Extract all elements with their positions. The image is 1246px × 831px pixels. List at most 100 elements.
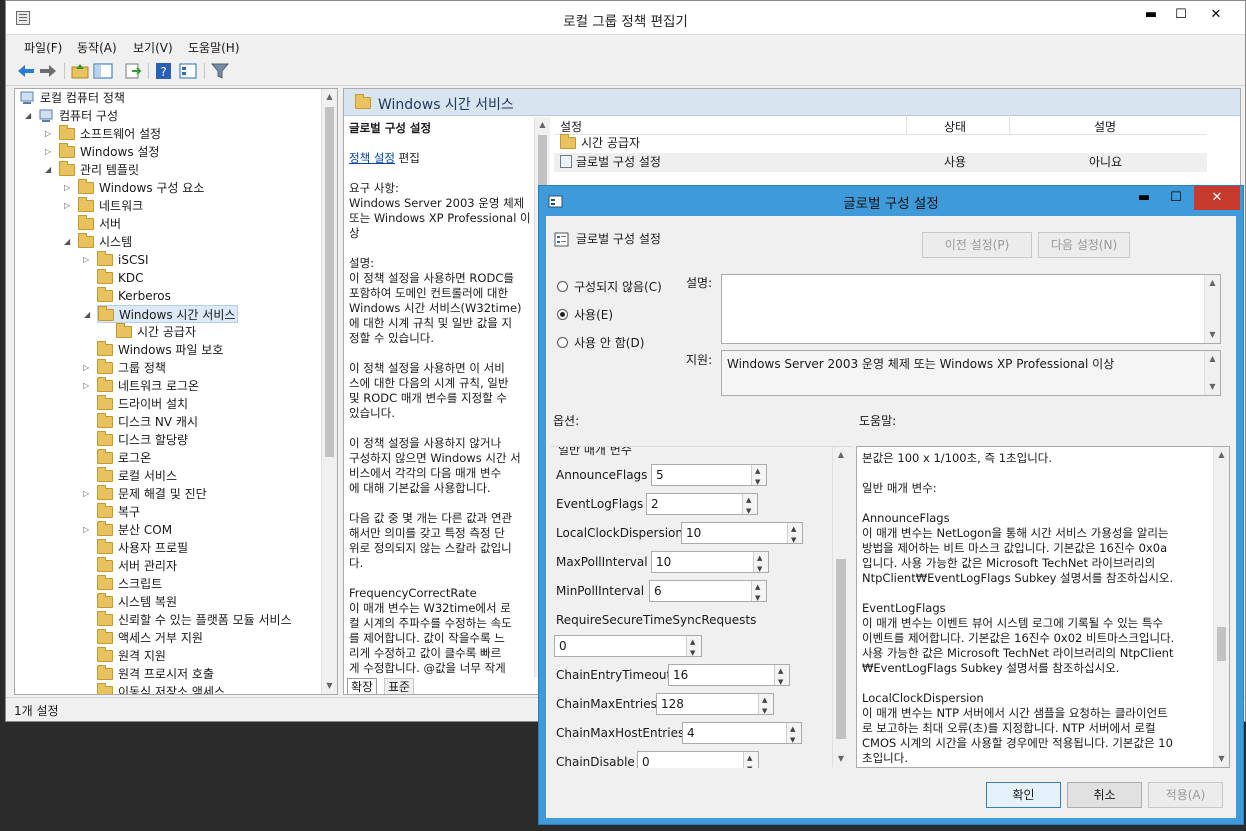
scroll-down-arrow-icon[interactable]: ▼ (833, 751, 849, 767)
chain-max-host-entries-spinbox[interactable]: 4 (682, 719, 802, 750)
max-poll-interval-spinbox[interactable]: 10 (651, 548, 769, 579)
radio-disabled[interactable]: 사용 안 함(D) (557, 334, 644, 351)
spin-arrows-icon[interactable] (686, 632, 701, 663)
announce-flags-spinbox[interactable]: 5 (651, 461, 767, 492)
minimize-button[interactable]: ▬ (1136, 5, 1166, 25)
tree-node-removable-storage[interactable]: 이동식 저장소 액세스 (97, 683, 225, 694)
scroll-down-arrow-icon[interactable]: ▼ (1214, 751, 1229, 767)
scroll-down-arrow-icon[interactable]: ▼ (322, 678, 337, 694)
tree-node-windows-file-protection[interactable]: Windows 파일 보호 (97, 341, 223, 359)
help-icon[interactable]: ? (154, 62, 174, 80)
spin-arrows-icon[interactable] (786, 719, 801, 750)
column-state[interactable]: 상태 (944, 118, 966, 135)
menu-file[interactable]: 파일(F) (24, 39, 62, 56)
expand-arrow-icon[interactable]: ▷ (83, 485, 95, 503)
tree-node-system[interactable]: ◢ 시스템 (64, 233, 132, 251)
close-button[interactable]: ✕ (1201, 5, 1231, 25)
tab-extended[interactable]: 확장 (347, 678, 378, 694)
supported-scrollbar[interactable]: ▲ ▼ (1204, 351, 1220, 395)
tree-node-network[interactable]: ▷ 네트워크 (64, 197, 143, 215)
title-bar[interactable]: 로컬 그룹 정책 편집기 ▬ ☐ ✕ (6, 1, 1245, 35)
collapse-arrow-icon[interactable]: ◢ (84, 306, 96, 324)
tree-node-disk-quota[interactable]: 디스크 할당량 (97, 431, 188, 449)
tree-node-tpm-services[interactable]: 신뢰할 수 있는 플랫폼 모듈 서비스 (97, 611, 292, 629)
local-clock-dispersion-spinbox[interactable]: 10 (681, 519, 803, 550)
expand-arrow-icon[interactable]: ▷ (83, 377, 95, 395)
spin-arrows-icon[interactable] (751, 461, 766, 492)
tree-node-iscsi[interactable]: ▷ iSCSI (83, 251, 149, 269)
column-comment[interactable]: 설명 (1094, 118, 1116, 135)
tree-node-admin-templates[interactable]: ◢ 관리 템플릿 (45, 161, 139, 179)
tree-node-disk-nv-cache[interactable]: 디스크 NV 캐시 (97, 413, 198, 431)
tree-node-computer-config[interactable]: ◢ 컴퓨터 구성 (25, 107, 118, 125)
radio-enabled[interactable]: 사용(E) (557, 306, 613, 323)
spin-arrows-icon[interactable] (743, 748, 758, 768)
tab-standard[interactable]: 표준 (384, 678, 415, 694)
export-list-icon[interactable] (123, 62, 143, 80)
tree-node-system-restore[interactable]: 시스템 복원 (97, 593, 177, 611)
tree-node-access-denied-assistance[interactable]: 액세스 거부 지원 (97, 629, 203, 647)
tree-node-user-profiles[interactable]: 사용자 프로필 (97, 539, 188, 557)
tree-node-windows-components[interactable]: ▷ Windows 구성 요소 (64, 179, 204, 197)
min-poll-interval-spinbox[interactable]: 6 (649, 577, 767, 608)
column-setting[interactable]: 설정 (560, 118, 582, 135)
forward-icon[interactable] (38, 62, 58, 80)
spin-arrows-icon[interactable] (787, 519, 802, 550)
back-icon[interactable] (16, 62, 36, 80)
cancel-button[interactable]: 취소 (1067, 782, 1142, 808)
scroll-up-arrow-icon[interactable]: ▲ (1205, 275, 1220, 291)
show-hide-tree-icon[interactable] (93, 62, 113, 80)
scroll-thumb[interactable] (325, 107, 334, 457)
tree-node-driver-install[interactable]: 드라이버 설치 (97, 395, 188, 413)
spin-arrows-icon[interactable] (742, 490, 757, 521)
tree-node-rpc[interactable]: 원격 프로시저 호출 (97, 665, 214, 683)
tree-node-server-manager[interactable]: 서버 관리자 (97, 557, 177, 575)
options-scrollbar[interactable]: ▲ ▼ (832, 447, 849, 767)
scroll-up-arrow-icon[interactable]: ▲ (1205, 351, 1220, 367)
scroll-thumb[interactable] (1217, 627, 1226, 661)
expand-arrow-icon[interactable]: ▷ (45, 143, 57, 161)
collapse-arrow-icon[interactable]: ◢ (25, 107, 37, 125)
chain-disable-spinbox[interactable]: 0 (637, 748, 759, 768)
menu-help[interactable]: 도움말(H) (188, 39, 240, 56)
edit-policy-link[interactable]: 정책 설정 (349, 151, 395, 165)
next-setting-button[interactable]: 다음 설정(N) (1038, 232, 1130, 258)
spin-arrows-icon[interactable] (751, 577, 766, 608)
tree-node-server[interactable]: 서버 (78, 215, 121, 233)
collapse-arrow-icon[interactable]: ◢ (45, 161, 57, 179)
expand-arrow-icon[interactable]: ▷ (83, 251, 95, 269)
tree-node-logon[interactable]: 로그온 (97, 449, 151, 467)
maximize-button[interactable]: ☐ (1166, 5, 1196, 25)
tree-node-windows-time-service[interactable]: ◢ Windows 시간 서비스 (84, 305, 239, 323)
require-secure-sync-spinbox[interactable]: 0 (554, 632, 702, 663)
tree-node-group-policy[interactable]: ▷ 그룹 정책 (83, 359, 166, 377)
tree-node-time-providers[interactable]: 시간 공급자 (116, 323, 196, 341)
tree-node-kerberos[interactable]: Kerberos (97, 287, 171, 305)
help-scrollbar[interactable]: ▲ ▼ (1213, 447, 1229, 767)
spin-arrows-icon[interactable] (753, 548, 768, 579)
chain-max-entries-spinbox[interactable]: 128 (656, 690, 774, 721)
tree-node-recovery[interactable]: 복구 (97, 503, 140, 521)
event-log-flags-spinbox[interactable]: 2 (646, 490, 758, 521)
spin-arrows-icon[interactable] (758, 690, 773, 721)
comment-textbox[interactable]: ▲ ▼ (721, 274, 1221, 344)
radio-not-configured[interactable]: 구성되지 않음(C) (557, 278, 662, 295)
menu-view[interactable]: 보기(V) (133, 39, 173, 56)
expand-arrow-icon[interactable]: ▷ (64, 197, 76, 215)
tree-node-software-settings[interactable]: ▷ 소프트웨어 설정 (45, 125, 161, 143)
scroll-up-arrow-icon[interactable]: ▲ (1214, 447, 1229, 463)
scroll-up-arrow-icon[interactable]: ▲ (833, 447, 849, 463)
list-item-global-config[interactable]: 글로벌 구성 설정 사용 아니요 (554, 153, 1207, 172)
dialog-close-button[interactable]: ✕ (1194, 186, 1240, 210)
tree-node-windows-settings[interactable]: ▷ Windows 설정 (45, 143, 159, 161)
tree-node-distributed-com[interactable]: ▷ 분산 COM (83, 521, 172, 539)
ok-button[interactable]: 확인 (986, 782, 1061, 808)
filter-icon[interactable] (210, 62, 230, 80)
tree-node-kdc[interactable]: KDC (97, 269, 144, 287)
expand-arrow-icon[interactable]: ▷ (45, 125, 57, 143)
tree-node-net-logon[interactable]: ▷ 네트워크 로그온 (83, 377, 199, 395)
comment-scrollbar[interactable]: ▲ ▼ (1204, 275, 1220, 343)
properties-icon[interactable] (178, 62, 198, 80)
expand-arrow-icon[interactable]: ▷ (64, 179, 76, 197)
spin-arrows-icon[interactable] (774, 661, 789, 692)
